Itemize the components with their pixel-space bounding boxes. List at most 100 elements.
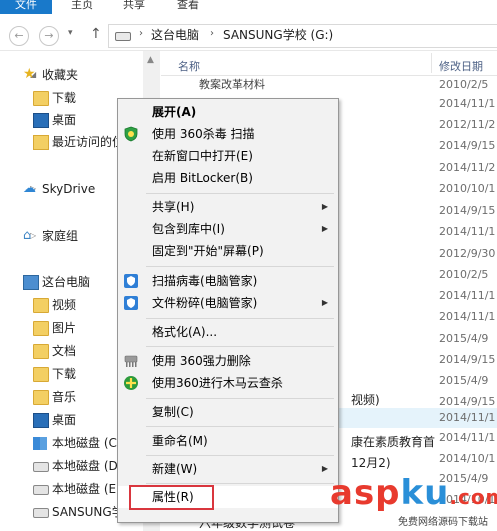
nav-homegroup[interactable]: ▷ ⌂ 家庭组 [23, 226, 78, 246]
menu-item-file-shred[interactable]: 文件粉碎(电脑管家) ▶ [118, 292, 338, 314]
recent-locations-chevron-icon[interactable]: ▾ [68, 28, 73, 38]
file-name-partial[interactable]: 12月2) [351, 454, 391, 471]
drive-icon [33, 462, 49, 472]
properties-highlight-box [129, 485, 214, 510]
menu-item-360-trojan-scan[interactable]: 使用360进行木马云查杀 [118, 372, 338, 394]
nav-item-drive-d[interactable]: ▷ 本地磁盘 (D [33, 456, 118, 476]
modified-date: 2014/9/15 [439, 353, 496, 366]
navigation-bar: ← → ▾ ↑ › 这台电脑 › SANSUNG学校 (G:) [0, 18, 497, 51]
file-name-partial[interactable]: 康在素质教育首 [351, 433, 435, 450]
menu-item-bitlocker[interactable]: 启用 BitLocker(B) [118, 167, 338, 189]
menu-separator [146, 193, 334, 194]
nav-item-documents[interactable]: ▷ 文档 [33, 341, 76, 361]
breadcrumb-separator-icon[interactable]: › [139, 28, 143, 39]
menu-separator [146, 318, 334, 319]
menu-item-share[interactable]: 共享(H) ▶ [118, 196, 338, 218]
star-icon: ★ [23, 66, 36, 82]
drive-icon [33, 508, 49, 518]
menu-item-scan-virus[interactable]: 扫描病毒(电脑管家) [118, 270, 338, 292]
menu-item-360-force-delete[interactable]: 使用 360强力删除 [118, 350, 338, 372]
music-folder-icon [33, 390, 49, 405]
videos-folder-icon [33, 298, 49, 313]
desktop-icon [33, 413, 49, 428]
cloud-icon: ☁ [23, 181, 36, 196]
tencent-shield-icon [124, 274, 138, 288]
file-name-partial[interactable]: 教案改革材料 [199, 76, 265, 92]
360-trojan-icon [124, 376, 138, 390]
downloads-folder-icon [33, 367, 49, 382]
nav-item-downloads[interactable]: 下载 [33, 88, 76, 108]
nav-item-drive-g[interactable]: ▷ SANSUNG学 [33, 502, 124, 522]
nav-favorites[interactable]: ◢ ★ 收藏夹 [23, 65, 78, 85]
pictures-folder-icon [33, 321, 49, 336]
menu-item-360-scan[interactable]: 使用 360杀毒 扫描 [118, 123, 338, 145]
modified-date: 2014/11/2 [439, 161, 496, 174]
menu-item-rename[interactable]: 重命名(M) [118, 430, 338, 452]
modified-date: 2014/11/1 [439, 431, 496, 444]
modified-date: 2015/4/9 [439, 332, 489, 345]
nav-this-pc[interactable]: ◢ 这台电脑 [23, 272, 90, 292]
nav-item-videos[interactable]: ▷ 视频 [33, 295, 76, 315]
modified-date: 2014/11/1 [439, 310, 496, 323]
nav-item-recent[interactable]: 最近访问的位 [33, 132, 124, 152]
modified-date: 2010/10/1 [439, 182, 496, 195]
modified-date: 2010/2/5 [439, 268, 489, 281]
nav-item-drive-c[interactable]: ▷ 本地磁盘 (C [33, 433, 117, 453]
modified-date: 2014/11/1 [439, 289, 496, 302]
nav-item-pictures[interactable]: ▷ 图片 [33, 318, 76, 338]
column-name-header[interactable]: 名称 [178, 58, 200, 74]
nav-item-drive-e[interactable]: ▷ 本地磁盘 (E [33, 479, 116, 499]
menu-item-new[interactable]: 新建(W) ▶ [118, 458, 338, 480]
forward-button[interactable]: → [39, 26, 59, 46]
nav-item-desktop[interactable]: 桌面 [33, 110, 76, 130]
up-arrow-icon[interactable]: ↑ [90, 26, 102, 42]
breadcrumb-separator-icon[interactable]: › [210, 28, 214, 39]
modified-date: 2010/2/5 [439, 78, 489, 91]
tab-home[interactable]: 主页 [71, 0, 93, 14]
desktop-icon [33, 113, 49, 128]
menu-separator [146, 266, 334, 267]
breadcrumb-this-pc[interactable]: 这台电脑 [151, 28, 199, 43]
scroll-up-arrow-icon[interactable]: ▲ [147, 55, 154, 65]
menu-item-pin-start[interactable]: 固定到"开始"屏幕(P) [118, 240, 338, 262]
submenu-arrow-icon: ▶ [321, 464, 328, 473]
submenu-arrow-icon: ▶ [321, 298, 328, 307]
modified-date: 2014/10/1 [439, 452, 496, 465]
modified-date: 2012/11/2 [439, 118, 496, 131]
shredder-icon [124, 355, 138, 367]
column-divider[interactable] [431, 53, 432, 73]
menu-item-include-library[interactable]: 包含到库中(I) ▶ [118, 218, 338, 240]
submenu-arrow-icon: ▶ [321, 202, 328, 211]
tab-share[interactable]: 共享 [123, 0, 145, 14]
menu-item-expand[interactable]: 展开(A) [118, 101, 338, 123]
tab-view[interactable]: 查看 [177, 0, 199, 14]
column-header: 名称 修改日期 [161, 51, 497, 76]
recent-places-icon [33, 135, 49, 150]
modified-date: 2015/4/9 [439, 374, 489, 387]
nav-item-desktop-pc[interactable]: ▷ 桌面 [33, 410, 76, 430]
computer-icon [23, 275, 39, 290]
breadcrumb-drive-g[interactable]: SANSUNG学校 (G:) [223, 28, 333, 43]
menu-item-copy[interactable]: 复制(C) [118, 401, 338, 423]
nav-item-downloads-pc[interactable]: ▷ 下载 [33, 364, 76, 384]
documents-folder-icon [33, 344, 49, 359]
menu-item-open-new-window[interactable]: 在新窗口中打开(E) [118, 145, 338, 167]
drive-icon [33, 485, 49, 495]
back-button[interactable]: ← [9, 26, 29, 46]
360-antivirus-icon [124, 126, 138, 142]
nav-skydrive[interactable]: ▷ ☁ SkyDrive [23, 179, 95, 199]
menu-separator [146, 483, 334, 484]
tencent-shield-icon [124, 296, 138, 310]
submenu-arrow-icon: ▶ [321, 224, 328, 233]
tab-file[interactable]: 文件 [0, 0, 52, 14]
modified-date: 2014/9/15 [439, 395, 496, 408]
column-date-header[interactable]: 修改日期 [439, 58, 483, 74]
watermark-subtitle: 免费网络源码下载站 [398, 517, 488, 528]
nav-item-music[interactable]: ▷ 音乐 [33, 387, 76, 407]
modified-date: 2014/11/1 [439, 411, 496, 424]
address-bar[interactable]: › 这台电脑 › SANSUNG学校 (G:) [108, 24, 497, 48]
menu-item-format[interactable]: 格式化(A)... [118, 321, 338, 343]
file-name-partial[interactable]: 视频) [351, 391, 380, 408]
context-menu: 展开(A) 使用 360杀毒 扫描 在新窗口中打开(E) 启用 BitLocke… [117, 98, 339, 523]
homegroup-icon: ⌂ [23, 228, 32, 243]
